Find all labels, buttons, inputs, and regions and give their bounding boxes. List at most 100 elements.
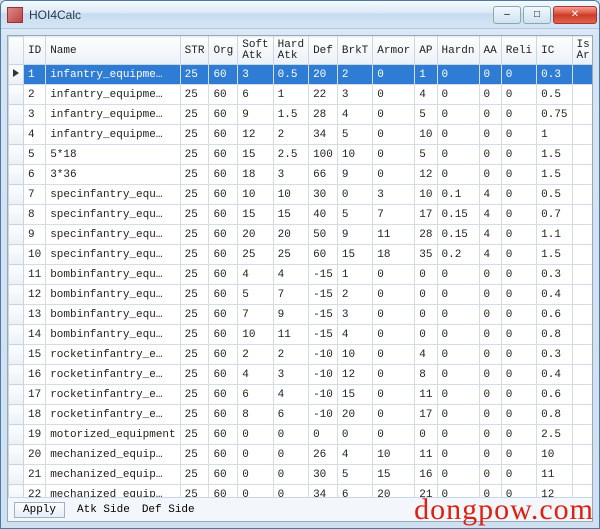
- column-header-str[interactable]: STR: [180, 37, 209, 65]
- cell-ap[interactable]: 16: [415, 465, 437, 485]
- column-header-hardn[interactable]: Hardn: [437, 37, 479, 65]
- cell-brkt[interactable]: 5: [337, 465, 372, 485]
- cell-isar[interactable]: [572, 205, 592, 225]
- cell-id[interactable]: 6: [24, 165, 46, 185]
- table-row[interactable]: 21mechanized_equip…256000305151600011: [9, 465, 593, 485]
- cell-hardatk[interactable]: 9: [273, 305, 308, 325]
- table-row[interactable]: 13bombinfantry_equ…256079-153000000.6: [9, 305, 593, 325]
- cell-ic[interactable]: 0.75: [537, 105, 572, 125]
- cell-reli[interactable]: 0: [501, 85, 536, 105]
- cell-ic[interactable]: 0.3: [537, 265, 572, 285]
- cell-str[interactable]: 25: [180, 285, 209, 305]
- cell-str[interactable]: 25: [180, 325, 209, 345]
- cell-ic[interactable]: 0.5: [537, 185, 572, 205]
- cell-ic[interactable]: 1.5: [537, 145, 572, 165]
- cell-isar[interactable]: [572, 365, 592, 385]
- cell-id[interactable]: 1: [24, 65, 46, 85]
- cell-armor[interactable]: 7: [373, 205, 415, 225]
- cell-brkt[interactable]: 3: [337, 305, 372, 325]
- cell-ic[interactable]: 0.5: [537, 85, 572, 105]
- cell-rowhdr[interactable]: [9, 465, 24, 485]
- cell-hardn[interactable]: 0: [437, 65, 479, 85]
- cell-reli[interactable]: 0: [501, 185, 536, 205]
- cell-ap[interactable]: 10: [415, 125, 437, 145]
- cell-name[interactable]: 5*18: [46, 145, 180, 165]
- cell-brkt[interactable]: 0: [337, 425, 372, 445]
- cell-ic[interactable]: 2.5: [537, 425, 572, 445]
- cell-org[interactable]: 60: [209, 325, 238, 345]
- cell-name[interactable]: bombinfantry_equ…: [46, 265, 180, 285]
- cell-armor[interactable]: 0: [373, 405, 415, 425]
- cell-armor[interactable]: 15: [373, 465, 415, 485]
- table-row[interactable]: 12bombinfantry_equ…256057-152000000.4: [9, 285, 593, 305]
- cell-str[interactable]: 25: [180, 245, 209, 265]
- cell-rowhdr[interactable]: [9, 245, 24, 265]
- cell-name[interactable]: rocketinfantry_e…: [46, 405, 180, 425]
- cell-org[interactable]: 60: [209, 365, 238, 385]
- cell-id[interactable]: 8: [24, 205, 46, 225]
- cell-name[interactable]: specinfantry_equ…: [46, 225, 180, 245]
- cell-name[interactable]: mechanized_equip…: [46, 445, 180, 465]
- cell-isar[interactable]: [572, 385, 592, 405]
- table-row[interactable]: 22mechanized_equip…256000346202100012: [9, 485, 593, 498]
- cell-hardatk[interactable]: 1: [273, 85, 308, 105]
- cell-str[interactable]: 25: [180, 305, 209, 325]
- cell-name[interactable]: specinfantry_equ…: [46, 205, 180, 225]
- cell-def[interactable]: 60: [309, 245, 338, 265]
- cell-isar[interactable]: [572, 65, 592, 85]
- cell-rowhdr[interactable]: [9, 145, 24, 165]
- cell-ic[interactable]: 11: [537, 465, 572, 485]
- cell-softatk[interactable]: 15: [238, 205, 273, 225]
- cell-def[interactable]: 34: [309, 485, 338, 498]
- cell-isar[interactable]: [572, 425, 592, 445]
- cell-name[interactable]: infantry_equipme…: [46, 105, 180, 125]
- cell-brkt[interactable]: 9: [337, 225, 372, 245]
- cell-str[interactable]: 25: [180, 165, 209, 185]
- cell-aa[interactable]: 0: [479, 85, 501, 105]
- cell-def[interactable]: -15: [309, 305, 338, 325]
- cell-ap[interactable]: 17: [415, 405, 437, 425]
- cell-hardatk[interactable]: 6: [273, 405, 308, 425]
- cell-name[interactable]: bombinfantry_equ…: [46, 305, 180, 325]
- table-row[interactable]: 11bombinfantry_equ…256044-151000000.3: [9, 265, 593, 285]
- cell-rowhdr[interactable]: [9, 105, 24, 125]
- cell-id[interactable]: 4: [24, 125, 46, 145]
- cell-ic[interactable]: 0.8: [537, 405, 572, 425]
- cell-id[interactable]: 21: [24, 465, 46, 485]
- table-row[interactable]: 9specinfantry_equ…2560202050911280.15401…: [9, 225, 593, 245]
- cell-softatk[interactable]: 10: [238, 325, 273, 345]
- cell-hardn[interactable]: 0: [437, 305, 479, 325]
- cell-str[interactable]: 25: [180, 145, 209, 165]
- column-header-softatk[interactable]: SoftAtk: [238, 37, 273, 65]
- cell-hardn[interactable]: 0: [437, 125, 479, 145]
- cell-brkt[interactable]: 4: [337, 445, 372, 465]
- cell-str[interactable]: 25: [180, 185, 209, 205]
- cell-softatk[interactable]: 3: [238, 65, 273, 85]
- cell-softatk[interactable]: 4: [238, 365, 273, 385]
- cell-hardatk[interactable]: 3: [273, 365, 308, 385]
- cell-rowhdr[interactable]: [9, 325, 24, 345]
- cell-ap[interactable]: 1: [415, 65, 437, 85]
- cell-id[interactable]: 12: [24, 285, 46, 305]
- cell-id[interactable]: 20: [24, 445, 46, 465]
- table-row[interactable]: 16rocketinfantry_e…256043-1012080000.4: [9, 365, 593, 385]
- cell-str[interactable]: 25: [180, 125, 209, 145]
- table-row[interactable]: 15rocketinfantry_e…256022-1010040000.3: [9, 345, 593, 365]
- column-header-ap[interactable]: AP: [415, 37, 437, 65]
- cell-aa[interactable]: 0: [479, 105, 501, 125]
- cell-aa[interactable]: 0: [479, 405, 501, 425]
- cell-softatk[interactable]: 0: [238, 465, 273, 485]
- cell-hardn[interactable]: 0: [437, 145, 479, 165]
- cell-name[interactable]: 3*36: [46, 165, 180, 185]
- cell-ap[interactable]: 0: [415, 305, 437, 325]
- cell-armor[interactable]: 0: [373, 305, 415, 325]
- cell-hardn[interactable]: 0: [437, 485, 479, 498]
- cell-ap[interactable]: 4: [415, 85, 437, 105]
- cell-reli[interactable]: 0: [501, 105, 536, 125]
- cell-str[interactable]: 25: [180, 85, 209, 105]
- cell-softatk[interactable]: 6: [238, 385, 273, 405]
- cell-org[interactable]: 60: [209, 305, 238, 325]
- cell-name[interactable]: infantry_equipme…: [46, 125, 180, 145]
- cell-org[interactable]: 60: [209, 85, 238, 105]
- cell-isar[interactable]: [572, 405, 592, 425]
